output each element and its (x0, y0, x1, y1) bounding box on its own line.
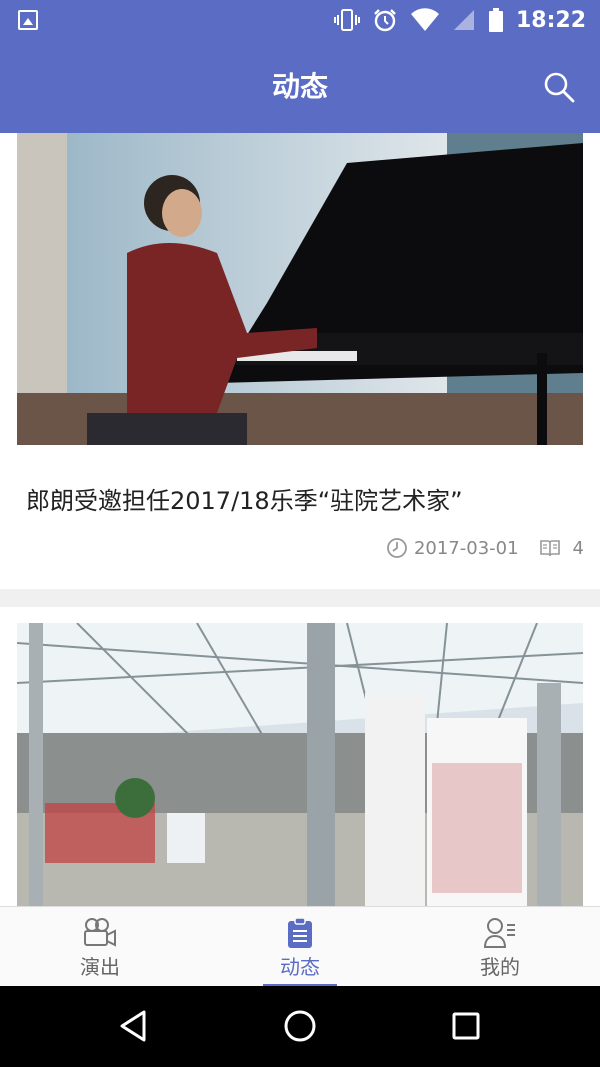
tab-performances[interactable]: 演出 (0, 907, 200, 987)
book-icon (539, 540, 560, 557)
tab-label: 我的 (480, 955, 520, 979)
tab-mine[interactable]: 我的 (400, 907, 600, 987)
news-card[interactable] (0, 607, 600, 906)
back-icon[interactable] (114, 1006, 154, 1046)
news-title[interactable]: 郎朗受邀担任2017/18乐季“驻院艺术家” (26, 481, 463, 516)
search-icon[interactable] (542, 70, 576, 104)
app-bar: 动态 (0, 40, 600, 133)
tab-label: 演出 (80, 955, 120, 979)
clipboard-icon (288, 917, 312, 948)
status-bar: 18:22 (0, 0, 600, 40)
image-icon (18, 10, 38, 30)
system-nav-bar (0, 986, 600, 1067)
alarm-icon (374, 9, 396, 32)
signal-icon (453, 10, 474, 30)
news-meta: 2017-03-01 4 (386, 537, 584, 559)
vibrate-icon (333, 9, 360, 31)
news-feed[interactable]: 郎朗受邀担任2017/18乐季“驻院艺术家” 2017-03-01 4 (0, 133, 600, 906)
tab-news[interactable]: 动态 (200, 907, 400, 987)
read-count: 4 (572, 537, 584, 559)
news-date: 2017-03-01 (413, 537, 519, 559)
news-card[interactable]: 郎朗受邀担任2017/18乐季“驻院艺术家” 2017-03-01 4 (0, 133, 600, 589)
recents-icon[interactable] (446, 1006, 486, 1046)
news-photo[interactable] (17, 623, 583, 906)
news-photo[interactable] (17, 133, 583, 445)
camera-icon (84, 918, 116, 947)
battery-icon (488, 8, 503, 32)
user-list-icon (483, 918, 515, 948)
page-title: 动态 (271, 70, 328, 103)
home-icon[interactable] (280, 1006, 320, 1046)
bottom-nav: 演出 动态 我的 (0, 906, 600, 987)
tab-label: 动态 (280, 955, 320, 979)
clock-time: 18:22 (515, 7, 586, 33)
wifi-icon (410, 8, 439, 31)
clock-icon (387, 538, 407, 558)
